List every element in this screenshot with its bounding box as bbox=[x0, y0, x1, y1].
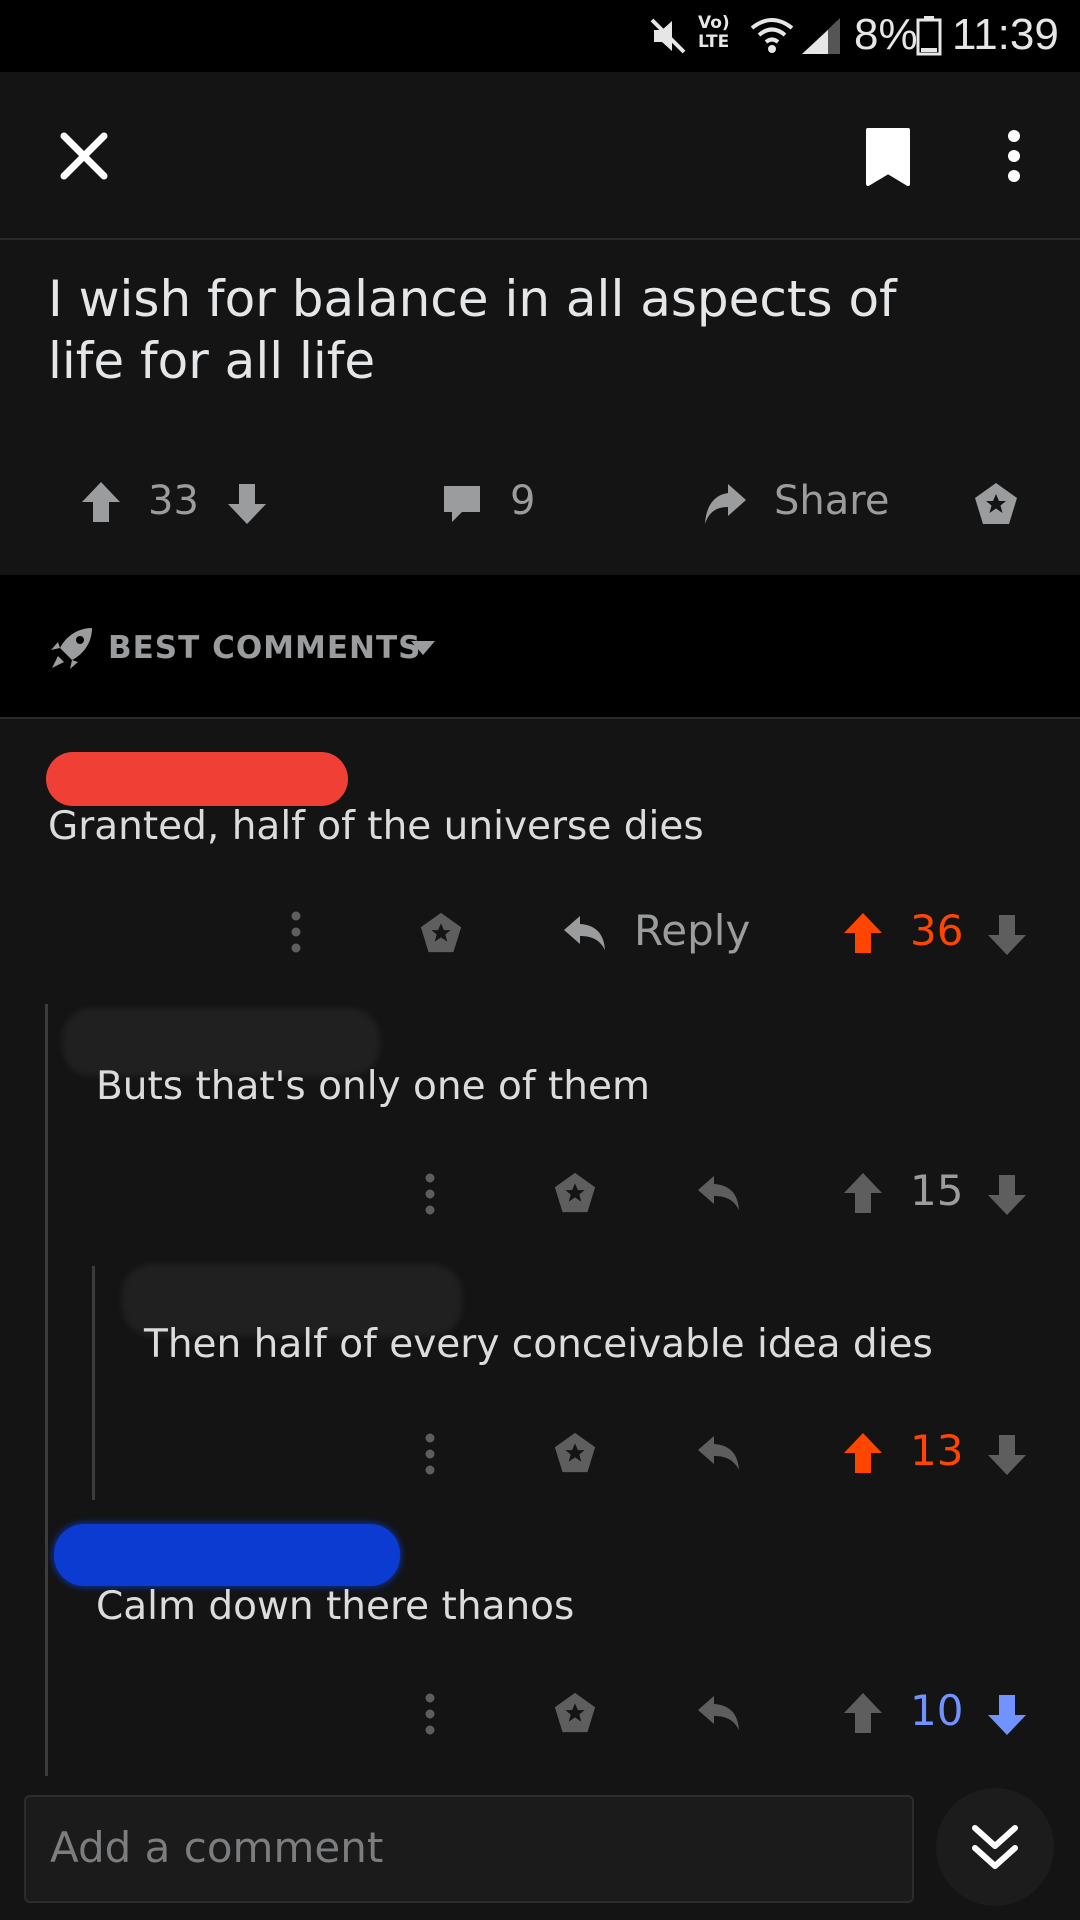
upvote-icon[interactable] bbox=[842, 1431, 884, 1475]
thread-line[interactable] bbox=[45, 1004, 48, 1776]
rocket-icon bbox=[48, 626, 94, 672]
post-upvote-icon[interactable] bbox=[80, 480, 122, 524]
top-bar bbox=[0, 72, 1080, 240]
post-comment-count: 9 bbox=[510, 478, 536, 524]
signal-icon bbox=[800, 16, 842, 56]
award-icon[interactable] bbox=[552, 1170, 598, 1216]
next-comment-button[interactable] bbox=[936, 1788, 1054, 1906]
comment-more-icon[interactable] bbox=[284, 910, 308, 954]
more-options-icon[interactable] bbox=[1000, 128, 1028, 184]
award-icon[interactable] bbox=[552, 1690, 598, 1736]
comment-score: 10 bbox=[910, 1686, 964, 1735]
network-type: Vo) LTE bbox=[698, 13, 730, 52]
upvote-icon[interactable] bbox=[842, 1691, 884, 1735]
redacted-username bbox=[46, 752, 348, 806]
award-icon[interactable] bbox=[418, 910, 464, 956]
chevron-down-icon[interactable] bbox=[410, 640, 436, 656]
clock: 11:39 bbox=[952, 10, 1059, 59]
reply-icon[interactable] bbox=[696, 1432, 742, 1474]
downvote-icon[interactable] bbox=[986, 1693, 1028, 1737]
share-button[interactable]: Share bbox=[774, 478, 889, 524]
award-icon[interactable] bbox=[552, 1430, 598, 1476]
comment-icon[interactable] bbox=[440, 482, 484, 526]
thread-line[interactable] bbox=[92, 1266, 95, 1500]
mute-icon bbox=[648, 16, 688, 56]
downvote-icon[interactable] bbox=[986, 913, 1028, 957]
close-icon[interactable] bbox=[58, 130, 110, 182]
post-title: I wish for balance in all aspects of lif… bbox=[48, 270, 897, 390]
redacted-username bbox=[54, 1524, 400, 1586]
post-downvote-icon[interactable] bbox=[226, 482, 268, 526]
comment-body: Granted, half of the universe dies bbox=[48, 804, 704, 849]
comment-body: Buts that's only one of them bbox=[96, 1064, 650, 1109]
add-comment-input[interactable]: Add a comment bbox=[24, 1795, 914, 1903]
comment-body: Calm down there thanos bbox=[96, 1584, 575, 1629]
reply-icon[interactable] bbox=[562, 912, 608, 954]
sort-label[interactable]: BEST COMMENTS bbox=[108, 630, 421, 666]
comment-score: 13 bbox=[910, 1426, 964, 1475]
bookmark-icon[interactable] bbox=[864, 126, 912, 188]
upvote-icon[interactable] bbox=[842, 911, 884, 955]
reply-button[interactable]: Reply bbox=[634, 906, 750, 955]
comment-more-icon[interactable] bbox=[418, 1172, 442, 1216]
upvote-icon[interactable] bbox=[842, 1171, 884, 1215]
comment-more-icon[interactable] bbox=[418, 1432, 442, 1476]
share-icon[interactable] bbox=[700, 480, 748, 528]
downvote-icon[interactable] bbox=[986, 1173, 1028, 1217]
comment-score: 15 bbox=[910, 1166, 964, 1215]
reply-icon[interactable] bbox=[696, 1692, 742, 1734]
battery-icon bbox=[916, 16, 942, 56]
wifi-icon bbox=[748, 14, 796, 56]
reply-icon[interactable] bbox=[696, 1172, 742, 1214]
comment-body: Then half of every conceivable idea dies bbox=[144, 1322, 933, 1367]
battery-percent: 8% bbox=[854, 10, 918, 59]
comment-more-icon[interactable] bbox=[418, 1692, 442, 1736]
double-chevron-down-icon bbox=[970, 1822, 1020, 1872]
post-score: 33 bbox=[148, 478, 199, 524]
downvote-icon[interactable] bbox=[986, 1433, 1028, 1477]
add-comment-placeholder: Add a comment bbox=[50, 1823, 384, 1872]
status-bar: Vo) LTE 8% 11:39 bbox=[0, 0, 1080, 72]
comment-score: 36 bbox=[910, 906, 964, 955]
award-icon[interactable] bbox=[972, 480, 1020, 528]
